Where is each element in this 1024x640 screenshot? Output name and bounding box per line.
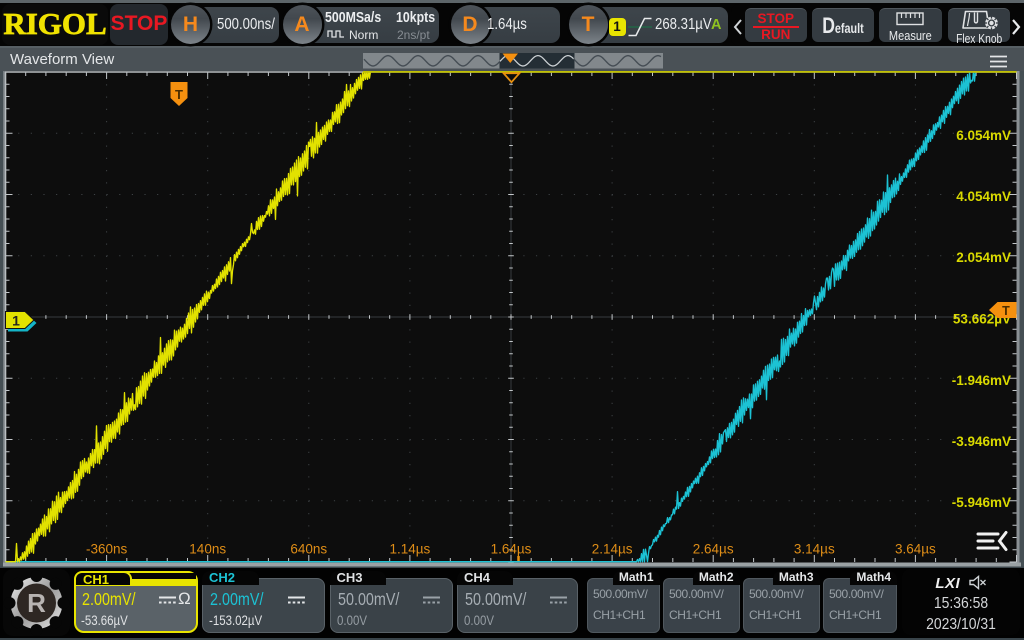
- svg-text:2.14µs: 2.14µs: [592, 542, 633, 557]
- svg-text:-5.946mV: -5.946mV: [952, 495, 1011, 510]
- svg-text:-1.946mV: -1.946mV: [952, 373, 1011, 388]
- svg-text:1.64µs: 1.64µs: [491, 542, 532, 557]
- svg-text:T: T: [175, 87, 183, 102]
- svg-text:1.14µs: 1.14µs: [389, 542, 430, 557]
- svg-text:3.14µs: 3.14µs: [794, 542, 835, 557]
- svg-text:640ns: 640ns: [290, 542, 327, 557]
- svg-text:2.64µs: 2.64µs: [693, 542, 734, 557]
- svg-text:-3.946mV: -3.946mV: [952, 434, 1011, 449]
- svg-text:2.054mV: 2.054mV: [956, 250, 1011, 265]
- svg-text:140ns: 140ns: [189, 542, 226, 557]
- svg-text:4.054mV: 4.054mV: [956, 189, 1011, 204]
- svg-text:-360ns: -360ns: [86, 542, 128, 557]
- svg-text:T: T: [1002, 304, 1010, 318]
- svg-text:R: R: [27, 588, 46, 618]
- svg-text:3.64µs: 3.64µs: [895, 542, 936, 557]
- svg-text:6.054mV: 6.054mV: [956, 128, 1011, 143]
- svg-text:1: 1: [12, 313, 20, 329]
